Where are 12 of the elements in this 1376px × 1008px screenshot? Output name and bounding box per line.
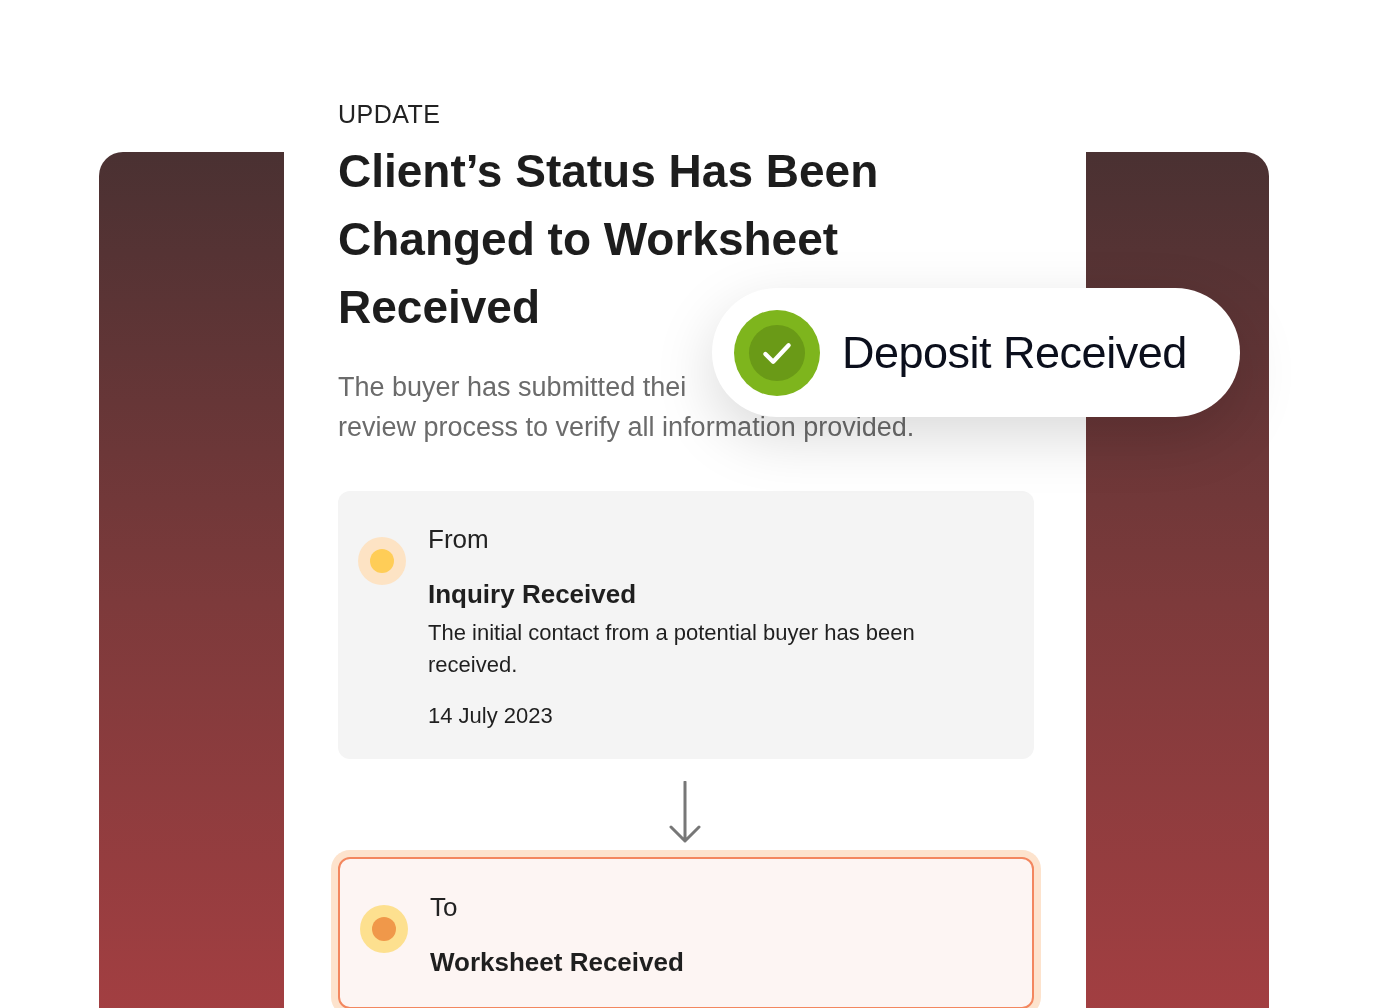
step-label: To: [430, 891, 458, 923]
description-text: The buyer has submitted thei: [338, 371, 687, 404]
status-date: 14 July 2023: [428, 702, 553, 730]
status-description: The initial contact from a potential buyer has been received.: [428, 619, 916, 679]
description-text: review process to verify all information provided.: [338, 411, 915, 444]
step-label: From: [428, 523, 489, 555]
status-name: Inquiry Received: [428, 578, 637, 611]
status-name: Worksheet Received: [430, 946, 684, 979]
eyebrow-label: UPDATE: [338, 100, 442, 129]
down-arrow-icon: [669, 781, 701, 843]
status-dot-icon: [358, 537, 406, 585]
status-dot-icon: [360, 905, 408, 953]
